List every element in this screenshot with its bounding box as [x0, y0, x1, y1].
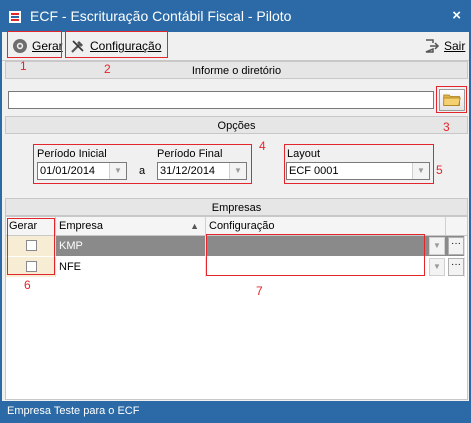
- ellipsis-button[interactable]: ···: [448, 237, 464, 255]
- chevron-down-icon[interactable]: ▼: [429, 237, 445, 255]
- annotation-box: [7, 31, 62, 58]
- annotation-box: [284, 144, 434, 184]
- annotation-box: [65, 31, 168, 58]
- status-bar: Empresa Teste para o ECF: [2, 401, 469, 420]
- directory-input[interactable]: [8, 91, 434, 109]
- options-header: Opções: [5, 116, 468, 134]
- directory-header: Informe o diretório: [5, 61, 468, 79]
- annotation-box: [7, 218, 55, 275]
- column-configuracao[interactable]: Configuração: [206, 217, 446, 235]
- annotation-box: [206, 234, 425, 276]
- column-empresa[interactable]: Empresa ▲: [56, 217, 206, 235]
- chevron-down-icon[interactable]: ▼: [429, 258, 445, 276]
- window-title: ECF - Escrituração Contábil Fiscal - Pil…: [30, 8, 292, 24]
- annotation-label: 5: [436, 163, 443, 177]
- close-icon[interactable]: ×: [452, 7, 461, 24]
- annotation-label: 4: [259, 139, 266, 153]
- ecf-logo-icon: [9, 11, 21, 23]
- empresa-cell: KMP: [56, 236, 206, 256]
- annotation-box: [33, 144, 252, 184]
- title-bar: ECF - Escrituração Contábil Fiscal - Pil…: [2, 2, 469, 32]
- annotation-box: [436, 86, 467, 113]
- sort-triangle-icon: ▲: [190, 221, 199, 231]
- empresas-header: Empresas: [5, 198, 468, 216]
- annotation-label: 1: [20, 59, 27, 73]
- annotation-label: 7: [256, 284, 263, 298]
- annotation-label: 3: [443, 120, 450, 134]
- sair-label: Sair: [444, 39, 466, 53]
- ecf-window: ECF - Escrituração Contábil Fiscal - Pil…: [1, 1, 470, 421]
- ellipsis-button[interactable]: ···: [448, 258, 464, 276]
- sair-button[interactable]: Sair: [420, 35, 465, 57]
- column-empresa-label: Empresa: [59, 220, 104, 232]
- exit-icon: [425, 39, 440, 53]
- annotation-label: 2: [104, 62, 111, 76]
- annotation-label: 6: [24, 278, 31, 292]
- empresa-cell: NFE: [56, 257, 206, 277]
